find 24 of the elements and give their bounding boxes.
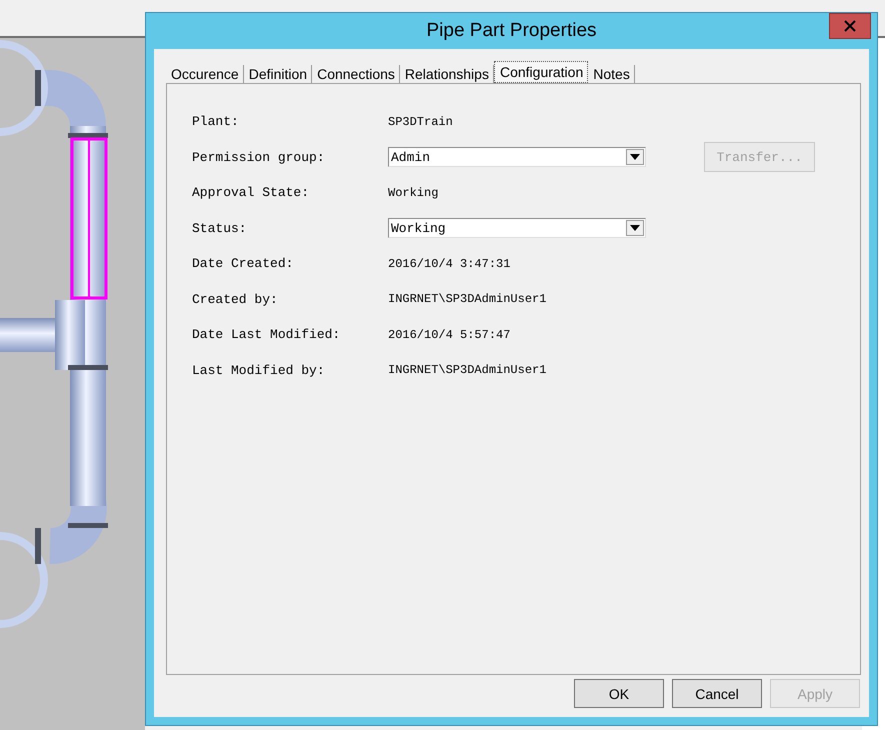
field-value: INGRNET\SP3DAdminUser1 xyxy=(388,363,548,378)
tab[interactable]: Configuration xyxy=(494,61,588,83)
window-title: Pipe Part Properties xyxy=(426,20,597,42)
field-label: Date Created: xyxy=(192,256,294,272)
dialog-button[interactable]: Cancel xyxy=(672,679,762,708)
field-label: Status: xyxy=(192,220,248,236)
field-value: SP3DTrain xyxy=(388,114,454,129)
close-icon xyxy=(844,20,856,32)
dialog-button[interactable]: OK xyxy=(574,679,664,708)
field-label: Created by: xyxy=(192,292,279,307)
field-label: Last Modified by: xyxy=(192,362,326,378)
field-value: INGRNET\SP3DAdminUser1 xyxy=(388,292,548,306)
field-label: Approval State: xyxy=(192,185,310,200)
field-value: Working xyxy=(388,186,440,200)
dropdown[interactable]: Working xyxy=(388,218,646,238)
caret-icon xyxy=(630,225,640,232)
field-value: 2016/10/4 5:57:47 xyxy=(388,328,512,342)
close-button[interactable] xyxy=(829,13,871,39)
field-label: Date Last Modified: xyxy=(192,327,342,342)
field-label: Permission group: xyxy=(192,150,326,165)
caret-icon xyxy=(630,154,640,160)
dropdown[interactable]: Admin xyxy=(388,147,646,168)
field-value: 2016/10/4 3:47:31 xyxy=(388,256,512,271)
field-label: Plant: xyxy=(192,114,240,130)
